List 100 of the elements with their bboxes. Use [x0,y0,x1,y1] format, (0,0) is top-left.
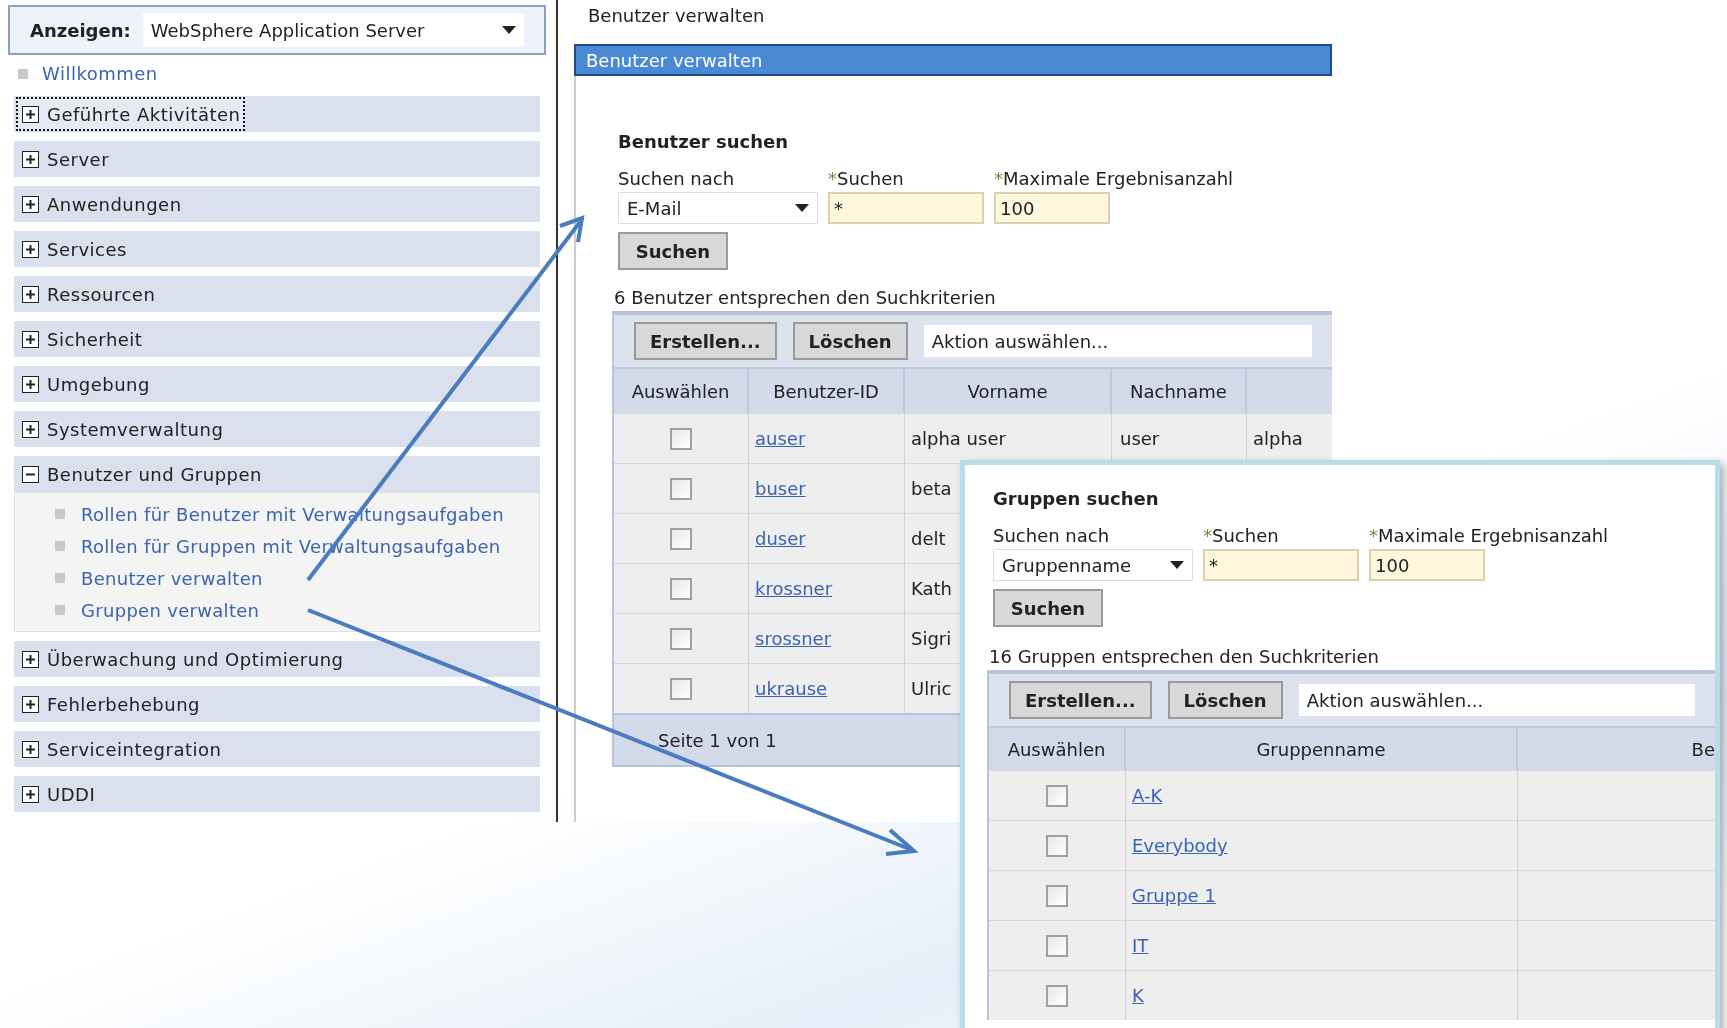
checkbox[interactable] [670,427,692,450]
nav-category-label[interactable]: Umgebung [16,367,154,401]
nav-category-label[interactable]: Systemverwaltung [16,412,228,446]
table-cell-text: alpha [1253,427,1303,451]
page-title-bar: Benutzer verwalten [574,44,1332,76]
caret-icon [1170,561,1184,569]
bullet-icon [18,68,28,79]
bullet-icon [55,573,65,583]
nav-category[interactable]: Services [14,231,540,267]
nav-category-label[interactable]: Server [16,142,114,176]
user-id-link[interactable]: buser [755,475,806,502]
caret-icon [795,204,809,212]
group-name-link[interactable]: Gruppe 1 [1132,882,1216,909]
group-name-link[interactable]: K [1132,982,1144,1009]
checkbox[interactable] [1046,984,1068,1007]
nav-category[interactable]: Serviceintegration [14,731,540,767]
group-name-link[interactable]: A-K [1132,782,1163,809]
action-dropdown[interactable]: Aktion auswählen... [1298,684,1695,716]
max-results-field[interactable]: 100 [994,192,1110,224]
table-cell-text: user [1120,427,1160,451]
field-label: *Suchen [1203,524,1280,548]
nav-category-label[interactable]: Benutzer und Gruppen [16,457,266,491]
search-by-dropdown[interactable]: E-Mail [618,192,818,224]
nav-category[interactable]: Umgebung [14,366,540,402]
checkbox[interactable] [670,527,692,550]
bullet-icon [55,605,65,615]
table-cell-text: Kath [911,577,952,601]
user-id-link[interactable]: srossner [755,625,832,652]
section-heading: Gruppen suchen [993,487,1160,511]
table-cell-text: delt [911,527,946,551]
toolbar-button[interactable]: Erstellen... [1009,681,1152,719]
bullet-icon [55,541,65,551]
nav-category-label[interactable]: Ressourcen [16,277,160,311]
view-dropdown[interactable]: WebSphere Application Server [142,13,524,47]
nav-category-label[interactable]: Überwachung und Optimierung [16,642,348,676]
search-field[interactable]: * [828,192,984,224]
nav-category-label[interactable]: Geführte Aktivitäten [16,97,245,131]
column-header: Nachname [1112,369,1247,413]
section-heading: Benutzer suchen [618,130,790,154]
nav-category[interactable]: UDDI [14,776,540,812]
user-id-link[interactable]: auser [755,425,806,452]
toolbar-button[interactable]: Löschen [792,322,908,360]
search-by-dropdown[interactable]: Gruppenname [993,549,1193,581]
result-count: 16 Gruppen entsprechen den Suchkriterien [989,645,1380,669]
search-button[interactable]: Suchen [993,589,1103,627]
column-header: Gruppenname [1126,728,1518,770]
welcome-link[interactable]: Willkommen [42,60,158,87]
caret-icon [502,26,516,34]
field-label: *Maximale Ergebnisanzahl [994,167,1234,191]
nav-category-label[interactable]: UDDI [16,777,100,811]
nav-category-label[interactable]: Serviceintegration [16,732,226,766]
user-id-link[interactable]: duser [755,525,806,552]
nav-link[interactable]: Benutzer verwalten [81,564,263,592]
checkbox[interactable] [1046,884,1068,907]
group-name-link[interactable]: Everybody [1132,832,1228,859]
column-header: Auswählen [989,728,1126,770]
checkbox[interactable] [1046,934,1068,957]
checkbox[interactable] [1046,834,1068,857]
column-header: Vorname [905,369,1112,413]
field-label: Suchen nach [993,524,1111,548]
search-field[interactable]: * [1203,549,1359,581]
max-results-field[interactable]: 100 [1369,549,1485,581]
checkbox[interactable] [670,477,692,500]
view-label: Anzeigen: [30,18,131,43]
nav-category[interactable]: Benutzer und Gruppen [14,456,540,492]
user-id-link[interactable]: krossner [755,575,833,602]
nav-category-label[interactable]: Fehlerbehebung [16,687,204,721]
field-label: *Suchen [828,167,905,191]
nav-category[interactable]: Geführte Aktivitäten [14,96,540,132]
nav-category[interactable]: Überwachung und Optimierung [14,641,540,677]
column-header: Benutzer-ID [749,369,905,413]
action-dropdown[interactable]: Aktion auswählen... [923,325,1312,357]
result-count: 6 Benutzer entsprechen den Suchkriterien [614,286,997,310]
nav-category[interactable]: Ressourcen [14,276,540,312]
nav-category[interactable]: Sicherheit [14,321,540,357]
nav-category-label[interactable]: Sicherheit [16,322,147,356]
table-cell-text: beta [911,477,952,501]
column-header: Be [1691,737,1715,762]
field-label: *Maximale Ergebnisanzahl [1369,524,1609,548]
table-cell-text: Sigri [911,627,952,651]
column-header: Auswählen [614,369,749,413]
table-cell-text: alpha user [911,427,1006,451]
nav-category[interactable]: Fehlerbehebung [14,686,540,722]
nav-category-label[interactable]: Anwendungen [16,187,186,221]
search-button[interactable]: Suchen [618,232,728,270]
table-cell-text: Ulric [911,677,952,701]
group-name-link[interactable]: IT [1132,932,1149,959]
nav-category[interactable]: Anwendungen [14,186,540,222]
nav-link[interactable]: Gruppen verwalten [81,596,260,624]
toolbar-button[interactable]: Löschen [1167,681,1283,719]
checkbox[interactable] [670,627,692,650]
checkbox[interactable] [670,577,692,600]
nav-category[interactable]: Systemverwaltung [14,411,540,447]
nav-category[interactable]: Server [14,141,540,177]
field-label: Suchen nach [618,167,736,191]
toolbar-button[interactable]: Erstellen... [634,322,777,360]
checkbox[interactable] [670,677,692,700]
user-id-link[interactable]: ukrause [755,675,828,702]
checkbox[interactable] [1046,784,1068,807]
nav-category-label[interactable]: Services [16,232,131,266]
